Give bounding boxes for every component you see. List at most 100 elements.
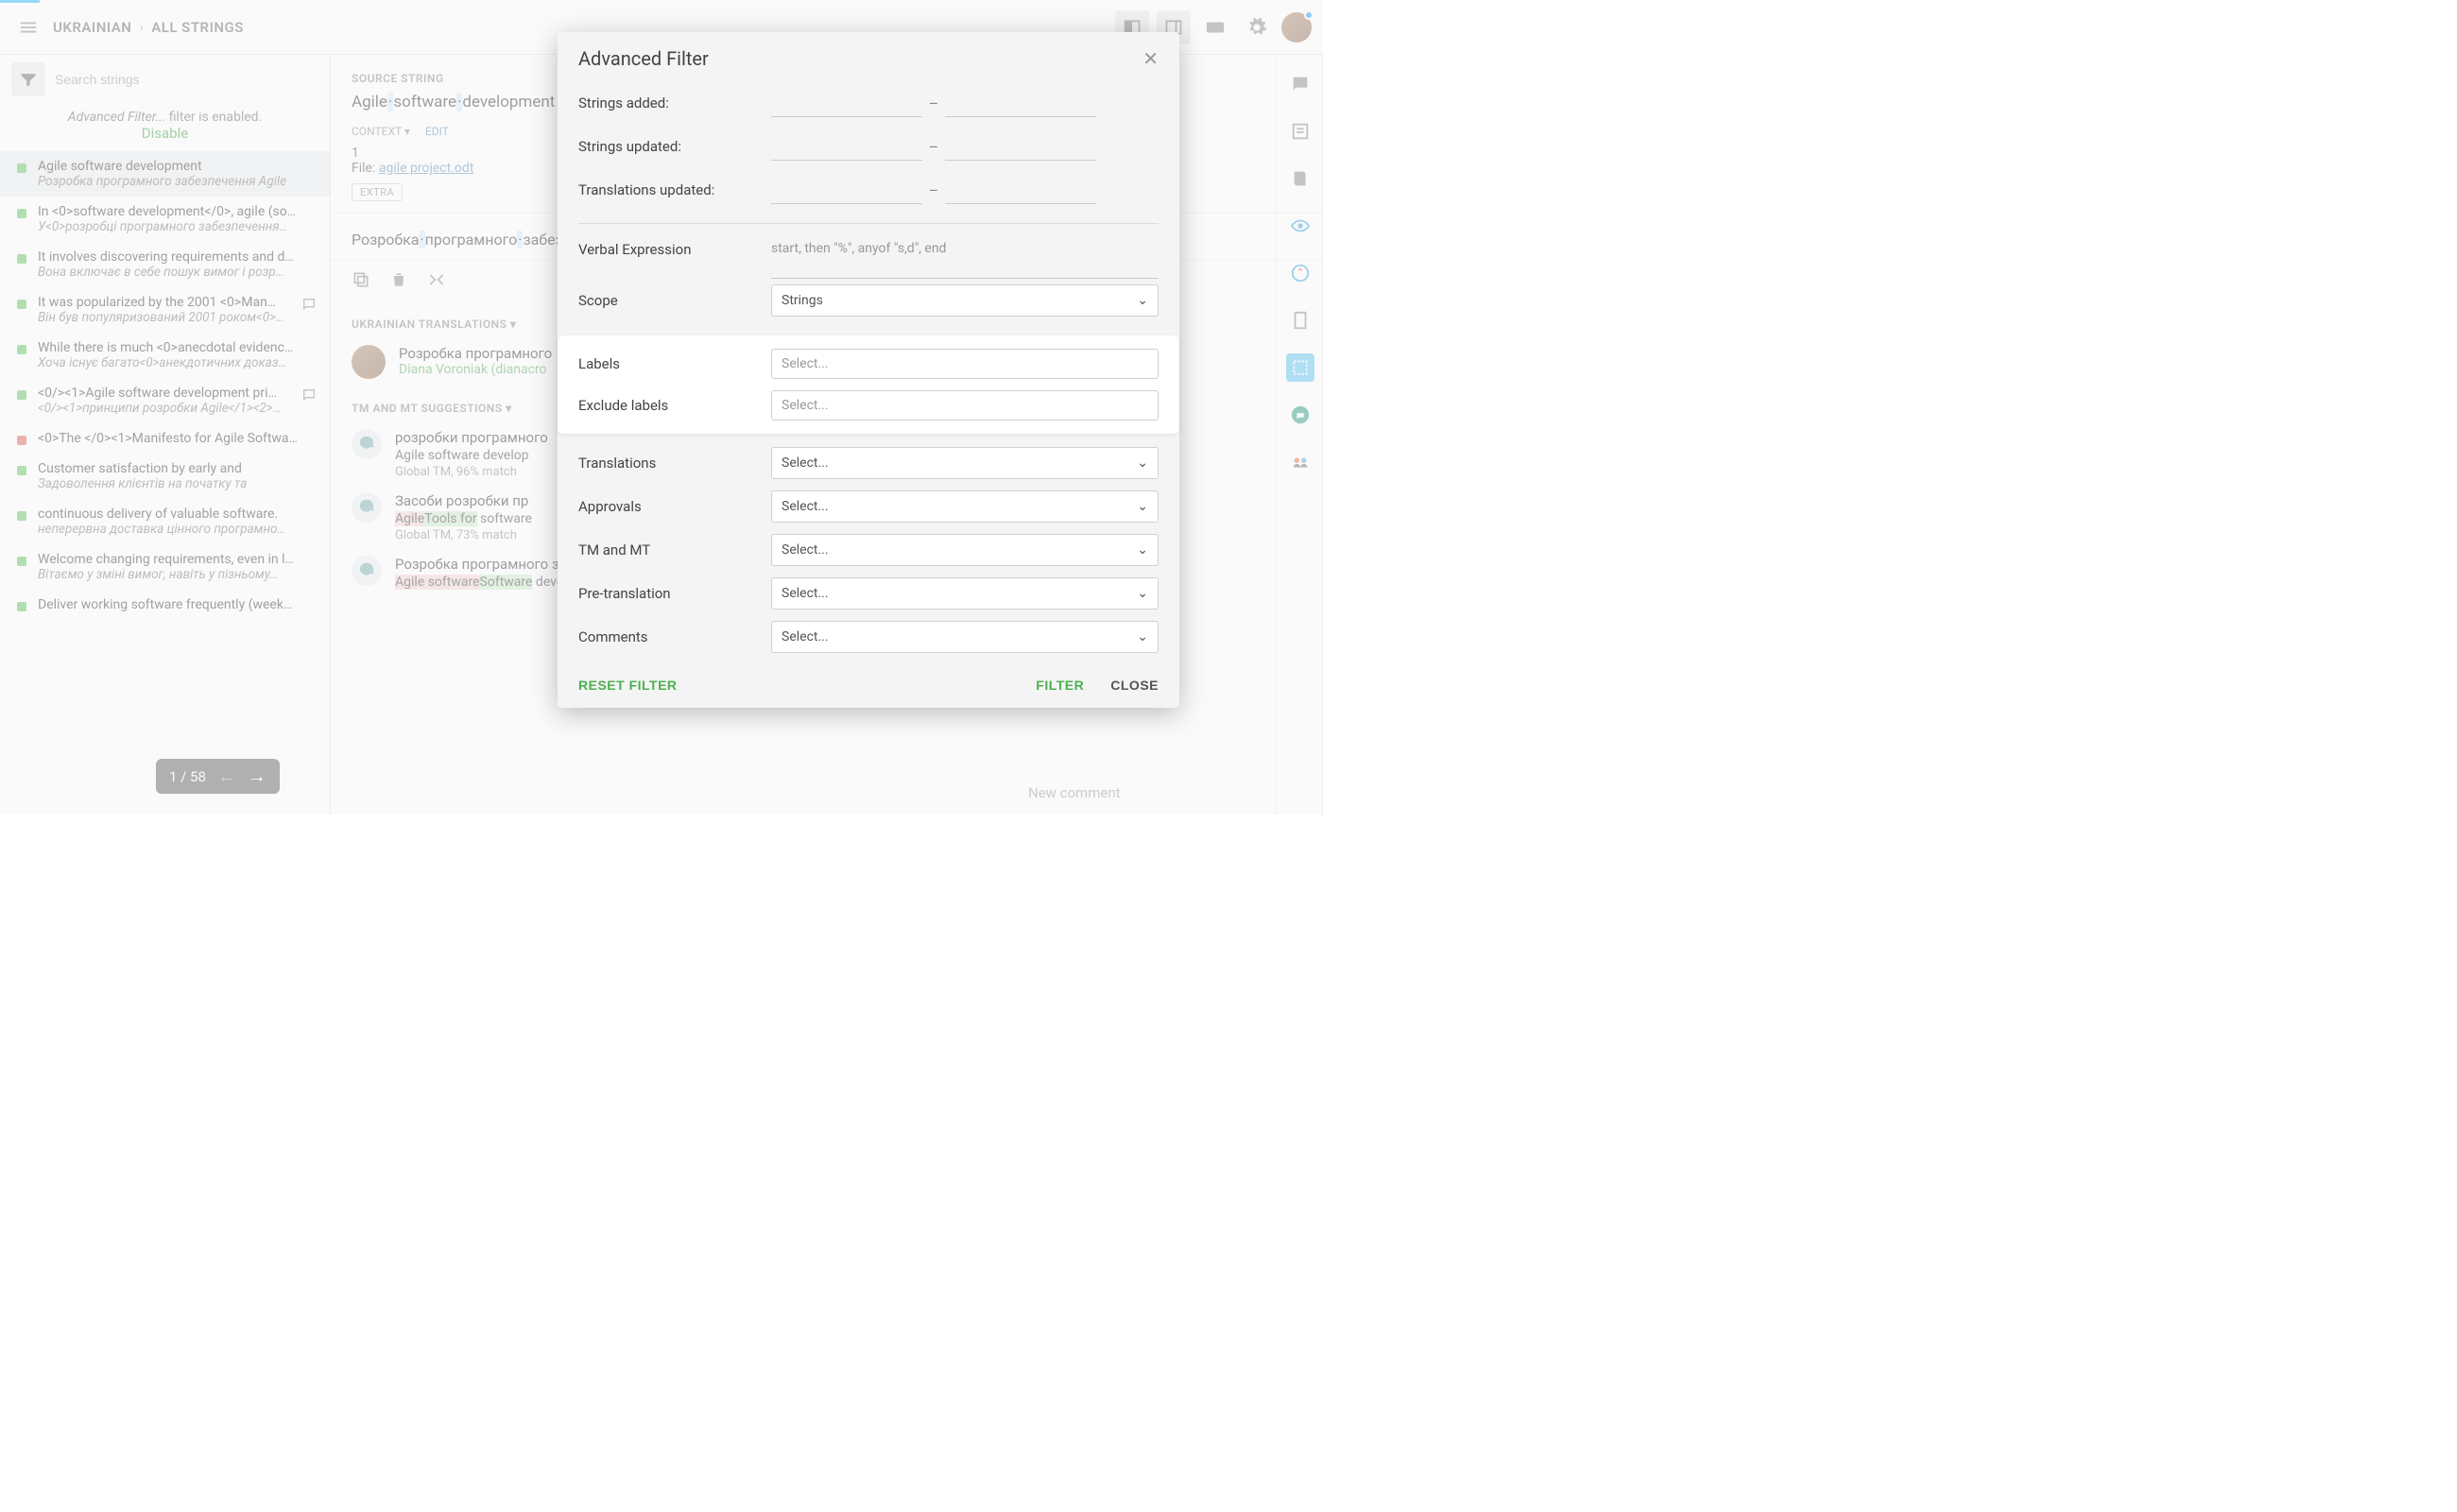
refresh-icon[interactable] (1286, 259, 1314, 287)
tm-mt-select[interactable]: Select...⌄ (771, 534, 1159, 566)
strings-added-to-input[interactable] (945, 89, 1096, 117)
close-button[interactable]: CLOSE (1110, 678, 1159, 693)
labels-label: Labels (578, 355, 771, 372)
status-badge (17, 390, 26, 400)
preview-icon[interactable] (1286, 212, 1314, 240)
pretranslation-select[interactable]: Select...⌄ (771, 577, 1159, 610)
context-label[interactable]: CONTEXT ▾ (352, 125, 410, 138)
info-icon[interactable] (1286, 117, 1314, 146)
pager-next-icon[interactable]: → (248, 765, 266, 788)
status-badge (17, 163, 26, 173)
list-item[interactable]: Welcome changing requirements, even in l… (0, 544, 330, 590)
gear-icon[interactable] (1240, 10, 1274, 44)
filter-icon[interactable] (11, 62, 45, 96)
verbal-expression-input[interactable] (771, 241, 1159, 279)
file-link[interactable]: agile project.odt (379, 161, 473, 176)
translations-select[interactable]: Select...⌄ (771, 447, 1159, 479)
tm-provider-icon (352, 429, 382, 459)
status-badge (17, 466, 26, 475)
suggestion-text: розробки програмного (395, 429, 548, 446)
crumb-section[interactable]: ALL STRINGS (151, 19, 244, 36)
list-item[interactable]: Customer satisfaction by early andЗадово… (0, 454, 330, 499)
delete-icon[interactable] (389, 270, 408, 293)
strings-added-from-input[interactable] (771, 89, 922, 117)
list-item-translation: Він був популяризований 2001 роком<0>… (38, 310, 317, 325)
crumb-language[interactable]: UKRAINIAN (53, 19, 131, 36)
scope-label: Scope (578, 292, 771, 309)
list-item-source: While there is much <0>anecdotal evidenc… (38, 340, 317, 355)
status-badge (17, 602, 26, 611)
list-item[interactable]: It involves discovering requirements and… (0, 242, 330, 287)
new-comment-input[interactable]: New comment (1028, 784, 1259, 801)
strings-added-label: Strings added: (578, 94, 771, 112)
translations-label: Translations (578, 455, 771, 472)
pager-prev-icon[interactable]: ← (217, 765, 236, 788)
list-item[interactable]: <0/><1>Agile software development pri…<0… (0, 378, 330, 423)
menu-icon[interactable] (11, 10, 45, 44)
tags-icon[interactable] (427, 270, 446, 293)
strings-updated-from-input[interactable] (771, 132, 922, 161)
list-item[interactable]: Agile software developmentРозробка прогр… (0, 151, 330, 197)
verbal-expression-label: Verbal Expression (578, 241, 771, 258)
advanced-filter-modal: Advanced Filter ✕ Strings added: – Strin… (558, 32, 1179, 708)
filter-button[interactable]: FILTER (1036, 678, 1084, 693)
reset-filter-button[interactable]: RESET FILTER (578, 678, 678, 693)
copy-source-icon[interactable] (352, 270, 370, 293)
strings-updated-label: Strings updated: (578, 138, 771, 155)
translator-avatar[interactable] (352, 345, 386, 379)
list-item-source: It was popularized by the 2001 <0>Man… (38, 295, 317, 310)
status-badge (17, 254, 26, 264)
tm-provider-icon (352, 556, 382, 586)
edit-link[interactable]: EDIT (425, 125, 449, 138)
labels-select[interactable]: Select... (771, 349, 1159, 379)
community-icon[interactable] (1286, 448, 1314, 476)
keyboard-icon[interactable] (1198, 10, 1232, 44)
notification-dot (1304, 10, 1314, 20)
list-item[interactable]: It was popularized by the 2001 <0>Man…Ві… (0, 287, 330, 333)
comment-icon (301, 297, 317, 316)
list-item-translation: <0/><1>принципи розробки Agile</1><2>… (38, 401, 317, 416)
extra-chip[interactable]: EXTRA (352, 183, 403, 201)
avatar[interactable] (1281, 12, 1312, 43)
close-icon[interactable]: ✕ (1143, 47, 1159, 70)
strings-updated-to-input[interactable] (945, 132, 1096, 161)
list-item-translation: У<0>розробці програмного забезпечення… (38, 219, 317, 234)
comments-icon[interactable] (1286, 70, 1314, 98)
tm-suggestions-label[interactable]: TM AND MT SUGGESTIONS ▾ (352, 402, 512, 415)
list-item-source: Welcome changing requirements, even in l… (38, 552, 317, 567)
list-item-source: It involves discovering requirements and… (38, 249, 317, 265)
disable-filter-link[interactable]: Disable (9, 125, 320, 142)
approvals-select[interactable]: Select...⌄ (771, 490, 1159, 523)
list-item[interactable]: Deliver working software frequently (wee… (0, 590, 330, 620)
list-item-translation: Вітаємо у зміні вимог, навіть у пізньому… (38, 567, 317, 582)
list-item-translation: Розробка програмного забезпечення Agile (38, 174, 317, 189)
existing-translation[interactable]: Розробка програмного (399, 345, 552, 362)
search-input[interactable] (55, 62, 318, 96)
labels-highlight-section: Labels Select... Exclude labels Select..… (558, 335, 1179, 434)
scope-select[interactable]: Strings⌄ (771, 284, 1159, 317)
suggestion-meta: Global TM, 96% match (395, 465, 548, 479)
ukrainian-translations-label[interactable]: UKRAINIAN TRANSLATIONS ▾ (352, 318, 516, 331)
list-item-source: <0/><1>Agile software development pri… (38, 386, 317, 401)
list-item-translation: Вона включає в себе пошук вимог і розр… (38, 265, 317, 280)
tm-provider-icon (352, 492, 382, 523)
list-item[interactable]: continuous delivery of valuable software… (0, 499, 330, 544)
list-item[interactable]: <0>The </0><1>Manifesto for Agile Softwa… (0, 423, 330, 454)
exclude-labels-select[interactable]: Select... (771, 390, 1159, 421)
list-item[interactable]: While there is much <0>anecdotal evidenc… (0, 333, 330, 378)
right-rail (1276, 55, 1323, 815)
translations-updated-to-input[interactable] (945, 176, 1096, 204)
translations-updated-from-input[interactable] (771, 176, 922, 204)
glossary-icon[interactable] (1286, 164, 1314, 193)
translator-name[interactable]: Diana Voroniak (dianacro (399, 362, 552, 377)
list-item[interactable]: In <0>software development</0>, agile (s… (0, 197, 330, 242)
exclude-labels-label: Exclude labels (578, 397, 771, 414)
screenshot-icon[interactable] (1286, 353, 1314, 382)
comments-select[interactable]: Select...⌄ (771, 621, 1159, 653)
list-item-source: Agile software development (38, 159, 317, 174)
list-item-source: In <0>software development</0>, agile (s… (38, 204, 317, 219)
strings-sidebar: Advanced Filter... filter is enabled. Di… (0, 55, 331, 815)
list-item-translation: Задоволення клієнтів на початку та (38, 476, 317, 491)
ruler-icon[interactable] (1286, 306, 1314, 335)
chat-support-icon[interactable] (1286, 401, 1314, 429)
